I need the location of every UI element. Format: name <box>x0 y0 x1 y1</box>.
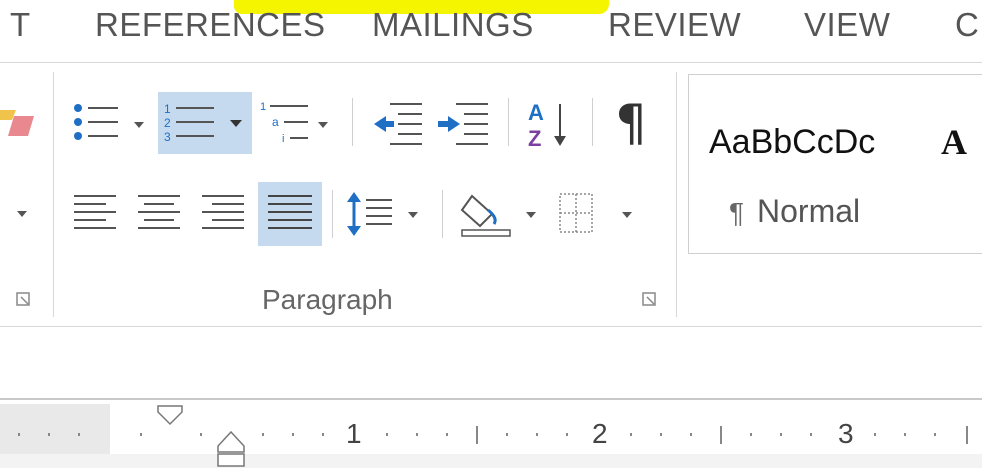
align-center-icon <box>138 195 180 229</box>
tab-mailings[interactable]: MAILINGS <box>372 6 534 44</box>
numbering-icon: 1 2 3 <box>164 102 242 144</box>
ruler-tick <box>476 426 478 444</box>
svg-text:3: 3 <box>164 130 171 144</box>
hanging-indent-marker-icon[interactable] <box>216 430 246 468</box>
numbering-button[interactable]: 1 2 3 <box>158 92 252 154</box>
ruler-tick <box>690 433 692 436</box>
justify-button[interactable] <box>258 182 322 246</box>
ribbon-bottom-border <box>0 326 982 327</box>
paint-bucket-icon <box>460 194 536 237</box>
ruler-tick <box>18 433 20 436</box>
ribbon-top-border <box>0 62 982 63</box>
sort-az-icon: A Z <box>528 100 566 151</box>
justify-icon <box>268 195 312 229</box>
ruler-number-1: 1 <box>346 418 362 449</box>
shading-button[interactable] <box>458 184 550 244</box>
dropdown-arrow[interactable] <box>17 211 27 217</box>
toolbar-separator <box>508 98 509 146</box>
svg-text:A: A <box>528 100 544 125</box>
decrease-indent-icon <box>374 103 422 145</box>
ruler-tick <box>750 433 752 436</box>
group-separator <box>53 72 54 317</box>
ruler-tick <box>200 433 202 436</box>
tab-view[interactable]: VIEW <box>804 6 890 44</box>
svg-text:2: 2 <box>164 116 171 130</box>
ruler-tick <box>566 433 568 436</box>
borders-icon <box>559 193 632 233</box>
first-line-indent-marker-icon[interactable] <box>156 404 184 426</box>
svg-text:a: a <box>272 115 279 129</box>
ruler-tick <box>322 433 324 436</box>
ruler-tick <box>904 433 906 436</box>
multilevel-list-button[interactable]: 1 a i <box>258 94 342 154</box>
clear-formatting-button[interactable] <box>0 96 44 152</box>
style-next-preview[interactable]: A <box>941 121 967 163</box>
svg-text:1: 1 <box>260 101 266 113</box>
ruler-top-border <box>0 398 982 400</box>
tab-references[interactable]: REFERENCES <box>95 6 326 44</box>
tab-review[interactable]: REVIEW <box>608 6 741 44</box>
ruler-tick <box>446 433 448 436</box>
font-dialog-launcher-icon[interactable] <box>16 292 32 308</box>
toolbar-separator <box>592 98 593 146</box>
align-left-button[interactable] <box>70 184 122 244</box>
ruler-tick <box>660 433 662 436</box>
paragraph-dialog-launcher-icon[interactable] <box>642 292 658 308</box>
toolbar-separator <box>332 190 333 238</box>
bullets-icon <box>74 104 144 140</box>
toolbar-separator <box>442 190 443 238</box>
multilevel-list-icon: 1 a i <box>260 101 328 145</box>
ruler-tick <box>874 433 876 436</box>
ruler-tick <box>810 433 812 436</box>
align-center-button[interactable] <box>134 184 186 244</box>
ruler-tick <box>140 433 142 436</box>
align-right-icon <box>202 195 244 229</box>
increase-indent-button[interactable] <box>436 94 490 154</box>
toolbar-separator <box>352 98 353 146</box>
line-spacing-icon <box>347 192 418 236</box>
eraser-icon <box>0 110 34 136</box>
ruler-tick <box>630 433 632 436</box>
align-left-icon <box>74 195 116 229</box>
line-spacing-button[interactable] <box>344 184 428 244</box>
horizontal-ruler[interactable] <box>0 404 982 454</box>
document-area-edge <box>0 454 982 468</box>
styles-gallery[interactable]: AaBbCcDc A ¶ Normal <box>688 74 982 254</box>
ruler-tick <box>386 433 388 436</box>
pilcrow-small: ¶ <box>729 197 745 228</box>
bullets-button[interactable] <box>70 94 150 154</box>
ruler-tick <box>966 426 968 444</box>
ruler-margin-area <box>0 404 110 454</box>
ruler-tick <box>48 433 50 436</box>
paragraph-group-label: Paragraph <box>262 284 393 315</box>
svg-text:i: i <box>282 133 284 145</box>
ruler-number-3: 3 <box>838 418 854 449</box>
tab-partial-left[interactable]: T <box>10 6 31 44</box>
svg-text:1: 1 <box>164 102 171 116</box>
style-name-normal: Normal <box>757 193 861 229</box>
ruler-tick <box>416 433 418 436</box>
ruler-tick <box>292 433 294 436</box>
ruler-tick <box>720 426 722 444</box>
show-hide-formatting-button[interactable]: ¶ <box>606 92 656 154</box>
svg-text:Z: Z <box>528 126 541 151</box>
group-separator <box>676 72 677 317</box>
ruler-tick <box>780 433 782 436</box>
borders-button[interactable] <box>556 184 640 244</box>
sort-button[interactable]: A Z <box>524 94 576 154</box>
tab-partial-right[interactable]: C <box>955 6 979 44</box>
decrease-indent-button[interactable] <box>370 94 424 154</box>
style-normal-preview[interactable]: AaBbCcDc <box>709 123 875 162</box>
ruler-tick <box>262 433 264 436</box>
ruler-tick <box>934 433 936 436</box>
align-right-button[interactable] <box>198 184 250 244</box>
ruler-number-2: 2 <box>592 418 608 449</box>
ruler-tick <box>78 433 80 436</box>
ruler-tick <box>536 433 538 436</box>
increase-indent-icon <box>438 103 488 145</box>
ruler-tick <box>506 433 508 436</box>
